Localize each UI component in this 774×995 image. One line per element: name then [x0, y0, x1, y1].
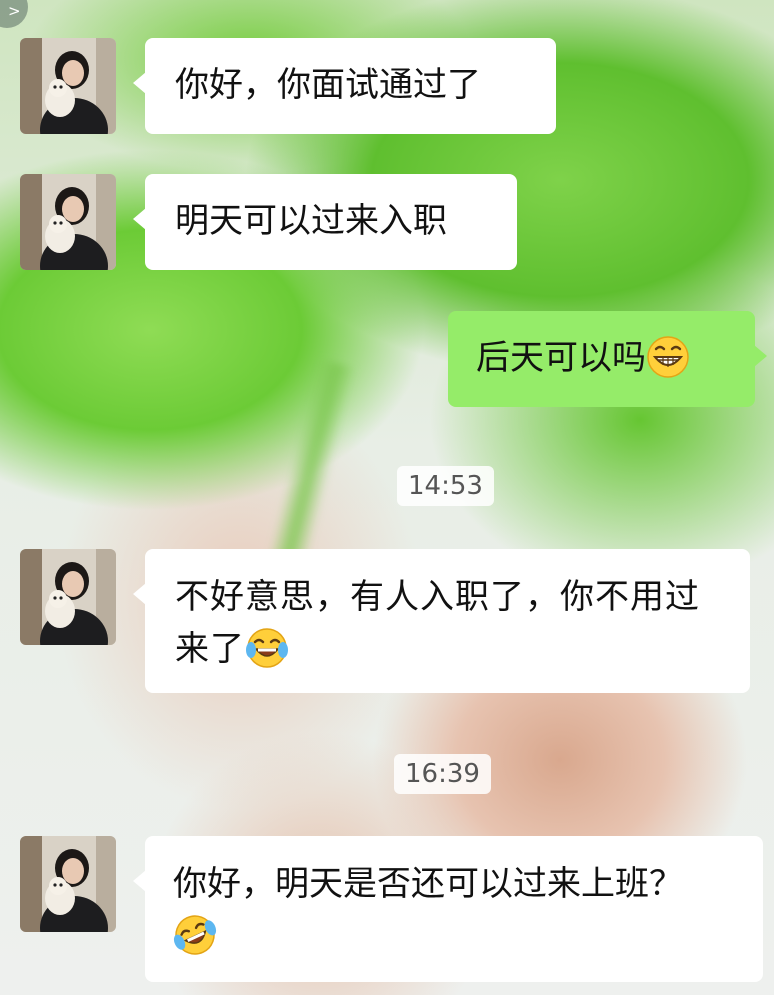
chevron-right-icon: > — [8, 2, 21, 20]
contact-avatar[interactable] — [20, 836, 116, 932]
message-bubble-incoming[interactable]: 不好意思，有人入职了，你不用过来了 — [133, 549, 750, 693]
message-text: 你好，你面试通过了 — [175, 65, 481, 105]
rolling-laughing-emoji — [173, 914, 217, 955]
message-timestamp: 14:53 — [397, 466, 494, 506]
message-bubble-incoming[interactable]: 你好，明天是否还可以过来上班？ — [133, 836, 763, 982]
message-bubble-outgoing[interactable]: 后天可以吗 — [448, 311, 767, 407]
grin-emoji — [647, 335, 689, 378]
contact-avatar[interactable] — [20, 174, 116, 270]
message-text: 你好，明天是否还可以过来上班？ — [173, 864, 683, 904]
message-timestamp: 16:39 — [394, 754, 491, 794]
message-bubble-incoming[interactable]: 明天可以过来入职 — [133, 174, 517, 270]
contact-avatar[interactable] — [20, 38, 116, 134]
message-text: 明天可以过来入职 — [175, 201, 447, 241]
contact-avatar[interactable] — [20, 549, 116, 645]
message-bubble-incoming[interactable]: 你好，你面试通过了 — [133, 38, 556, 134]
message-text: 后天可以吗 — [476, 338, 646, 378]
laughing-tears-emoji — [246, 627, 288, 668]
